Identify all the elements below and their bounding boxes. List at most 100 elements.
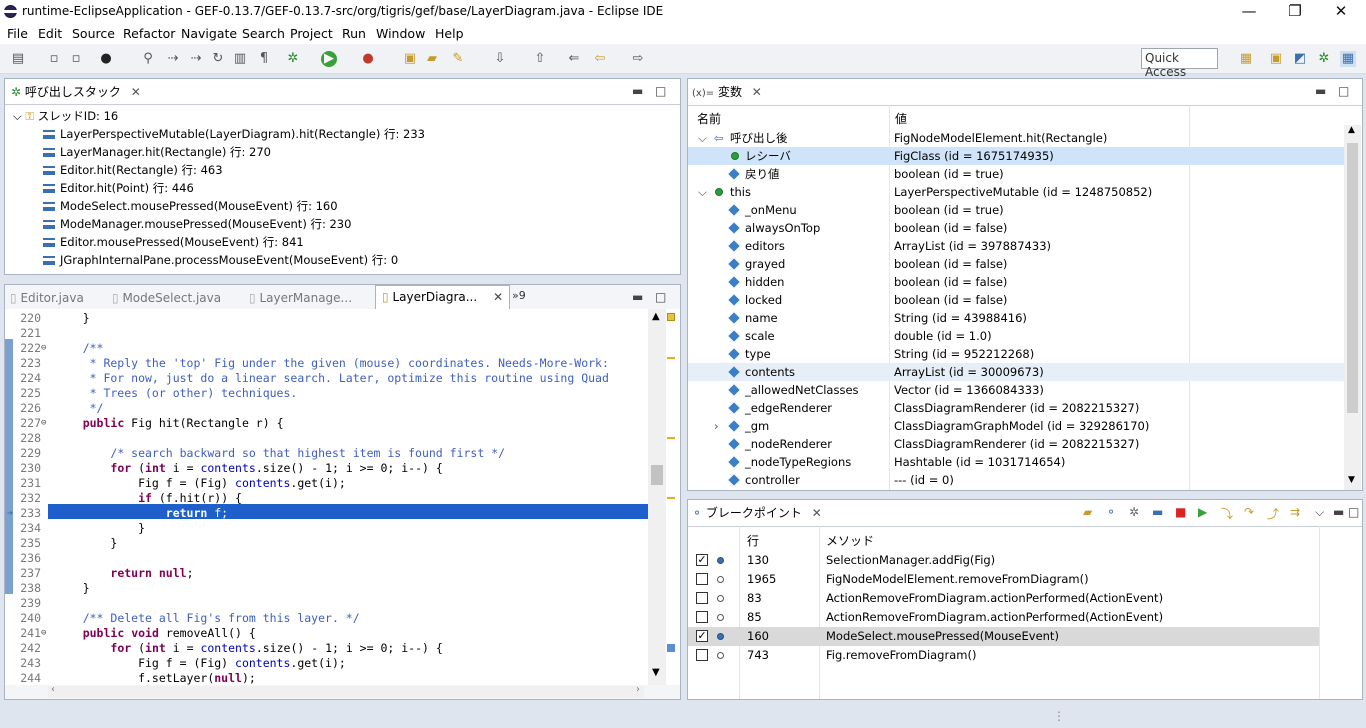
save-all-icon[interactable]: ▫ [68,51,84,67]
variable-row[interactable]: alwaysOnTop boolean (id = false) [688,219,1348,237]
breakpoint-checkbox[interactable]: ✓ [696,554,708,566]
stack-frame[interactable]: LayerPerspectiveMutable(LayerDiagram).hi… [43,125,425,143]
pilcrow-icon[interactable]: ¶ [256,51,272,67]
code-line[interactable]: 243 Fig f = (Fig) contents.get(i); [5,656,655,671]
menu-window[interactable]: Window [376,26,425,41]
view-menu-icon[interactable]: ⌵ [1315,505,1324,520]
tab-layermanager-java[interactable]: ▯ LayerManage... [249,288,352,308]
horizontal-scrollbar[interactable]: ‹ › [48,684,644,698]
expand-icon[interactable]: › [714,417,719,435]
variable-row[interactable]: _onMenu boolean (id = true) [688,201,1348,219]
resume-icon[interactable]: ▶ [1198,505,1207,519]
menu-source[interactable]: Source [72,26,115,41]
back-icon[interactable]: ⇦ [592,51,608,67]
variable-row[interactable]: type String (id = 952212268) [688,345,1348,363]
variable-row[interactable]: _nodeRenderer ClassDiagramRenderer (id = … [688,435,1348,453]
variable-row[interactable]: grayed boolean (id = false) [688,255,1348,273]
code-line[interactable]: 231 Fig f = (Fig) contents.get(i); [5,476,655,491]
maximize-icon[interactable]: □ [655,290,666,304]
java-ee-perspective-icon[interactable]: ◩ [1292,51,1308,67]
column-value[interactable]: 値 [895,110,907,127]
close-icon[interactable]: ✕ [131,85,141,99]
minimize-icon[interactable]: ▬ [632,290,643,304]
close-icon[interactable]: ✕ [812,506,822,520]
filter-icon[interactable]: ▬ [1152,505,1163,519]
step-icon[interactable]: ▥ [232,51,248,67]
code-line[interactable]: 244 f.setLayer(null); [5,671,655,685]
breakpoint-row[interactable]: ✓ 160 ModeSelect.mousePressed(MouseEvent) [688,627,1319,646]
code-line[interactable]: 233 return f; ➔ [5,506,655,521]
resume-icon[interactable]: ⇢ [165,51,181,67]
variable-row[interactable]: ⌵ this LayerPerspectiveMutable (id = 12487… [688,183,1348,201]
breakpoint-checkbox[interactable] [696,592,708,604]
variable-row[interactable]: scale double (id = 1.0) [688,327,1348,345]
debug-settings-icon[interactable]: ✲ [1129,505,1139,519]
step-over-icon[interactable]: ↷ [1244,505,1254,519]
code-line[interactable]: 236 [5,551,655,566]
breakpoint-row[interactable]: 85 ActionRemoveFromDiagram.actionPerforme… [688,608,1364,627]
variable-row[interactable]: controller --- (id = 0) [688,471,1348,489]
scroll-right-icon[interactable]: › [636,684,640,695]
code-line[interactable]: 229 /* search backward so that highest i… [5,446,655,461]
stack-frame[interactable]: Editor.hit(Rectangle) 行: 463 [43,161,223,179]
code-line[interactable]: 230 for (int i = contents.size() - 1; i … [5,461,655,476]
tab-layerdiagram-java[interactable]: ▯ LayerDiagra... ✕ [375,285,511,309]
stack-frame[interactable]: ModeManager.mousePressed(MouseEvent) 行: … [43,215,351,233]
step-into-icon[interactable]: ⤵ [1221,505,1233,522]
save-icon[interactable]: ▫ [46,51,62,67]
maximize-icon[interactable]: □ [1338,84,1349,98]
code-line[interactable]: 228 [5,431,655,446]
collapse-icon[interactable]: ⌵ [13,109,22,123]
code-line[interactable]: 226 */ [5,401,655,416]
prev-annotation-icon[interactable]: ⇧ [532,51,548,67]
folder-icon[interactable]: ▰ [1083,505,1092,519]
new-icon[interactable]: ▤ [10,51,26,67]
breakpoint-row[interactable]: 1965 FigNodeModelElement.removeFromDiagra… [688,570,1364,589]
variable-row[interactable]: locked boolean (id = false) [688,291,1348,309]
breakpoint-checkbox[interactable] [696,649,708,661]
restore-button[interactable]: ❐ [1272,0,1318,24]
code-line[interactable]: 240 /** Delete all Fig's from this layer… [5,611,655,626]
debug-icon[interactable]: ✲ [285,51,301,67]
scroll-down-icon[interactable]: ▼ [652,667,660,678]
stack-frame[interactable]: Editor.mousePressed(MouseEvent) 行: 841 [43,233,304,251]
disconnect-icon[interactable]: ↻ [210,51,226,67]
menu-project[interactable]: Project [290,26,333,41]
code-line[interactable]: 239 [5,596,655,611]
quick-access-input[interactable]: Quick Access [1141,48,1218,79]
skip-breakpoints-icon[interactable]: ⚲ [140,51,156,67]
step-return-icon[interactable]: ⤴ [1267,505,1279,522]
code-line[interactable]: 225 * Trees (or other) techniques. [5,386,655,401]
collapse-icon[interactable]: ⌵ [698,183,707,201]
breakpoint-row[interactable]: 743 Fig.removeFromDiagram() [688,646,1364,665]
tab-variables[interactable]: (x)= 変数 ✕ [692,79,762,105]
menu-navigate[interactable]: Navigate [181,26,237,41]
tab-breakpoints[interactable]: ⚬ ブレークポイント ✕ [692,500,822,526]
code-line[interactable]: 222 /** ⊖ [5,341,655,356]
link-icon[interactable]: ⇉ [1290,505,1300,519]
variable-row[interactable]: name String (id = 43988416) [688,309,1348,327]
code-line[interactable]: 224 * For now, just do a linear search. … [5,371,655,386]
code-line[interactable]: 238 } [5,581,655,596]
breakpoint-checkbox[interactable]: ✓ [696,630,708,642]
scroll-thumb[interactable] [1347,143,1358,413]
code-line[interactable]: 237 return null; [5,566,655,581]
tab-editor-java[interactable]: ▯ Editor.java [10,288,84,308]
search-tool-icon[interactable]: ✎ [450,51,466,67]
menu-edit[interactable]: Edit [38,26,62,41]
column-name[interactable]: 名前 [697,110,721,127]
user-icon[interactable]: ● [98,51,114,67]
debug-perspective-icon[interactable]: ✲ [1316,51,1332,67]
code-line[interactable]: 242 for (int i = contents.size() - 1; i … [5,641,655,656]
minimize-icon[interactable]: ▬ [1315,84,1326,98]
open-type-icon[interactable]: ▣ [402,51,418,67]
add-breakpoint-icon[interactable]: ⚬ [1106,505,1116,519]
code-line[interactable]: 221 [5,326,655,341]
maximize-icon[interactable]: □ [1348,505,1359,519]
variable-row[interactable]: ⌵ ⇦ 呼び出し後 FigNodeModelElement.hit(Rectangle… [688,129,1348,147]
menu-file[interactable]: File [7,26,28,41]
tab-modeselect-java[interactable]: ▯ ModeSelect.java [112,288,221,308]
java-perspective-icon[interactable]: ▣ [1268,51,1284,67]
variable-row[interactable]: editors ArrayList (id = 397887433) [688,237,1348,255]
thread-row[interactable]: ⌵ ⚿ スレッドID: 16 [13,107,118,125]
